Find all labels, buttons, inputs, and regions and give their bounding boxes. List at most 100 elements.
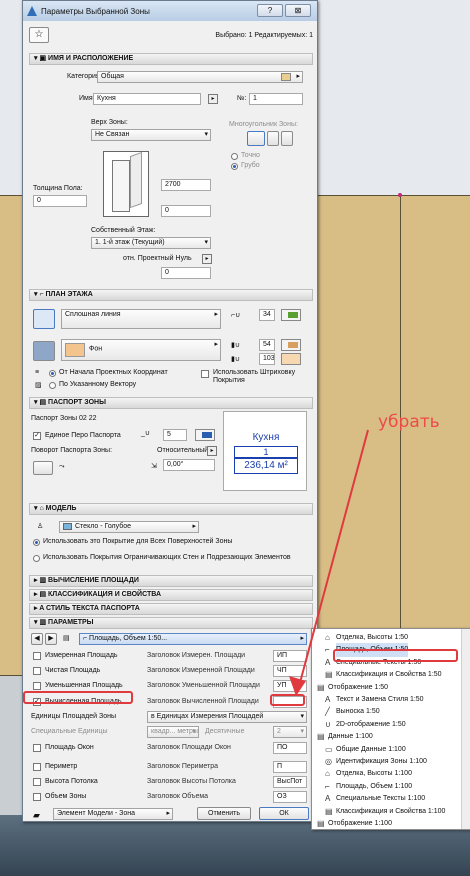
reference-picker-icon[interactable]: ▸ xyxy=(202,254,212,264)
use-surface-hatch-checkbox[interactable] xyxy=(201,370,209,378)
zone-height-field[interactable]: 2700 xyxy=(161,179,211,191)
name-picker-icon[interactable]: ▸ xyxy=(208,94,218,104)
surface-dropdown[interactable]: Стекло - Голубое xyxy=(59,521,199,533)
section-floor-plan[interactable]: ▾ ⌐ ПЛАН ЭТАЖА xyxy=(29,289,313,301)
net-area-checkbox[interactable] xyxy=(33,667,41,675)
surface-all-radio[interactable] xyxy=(33,539,40,546)
favorites-icon[interactable]: ☆ xyxy=(29,27,49,43)
fill-type-dropdown[interactable]: Фон xyxy=(61,339,221,361)
help-button[interactable]: ? xyxy=(257,4,283,17)
annotation-text: убрать xyxy=(378,412,440,432)
number-label: №: xyxy=(237,95,247,102)
title-bar[interactable]: Параметры Выбранной Зоны ? ⊠ xyxy=(23,1,317,21)
reduced-area-header: Заголовок Уменьшенной Площади xyxy=(147,682,260,689)
polygon-manual-icon[interactable] xyxy=(247,131,265,146)
app-icon xyxy=(27,6,37,16)
top-link-label: Верх Зоны: xyxy=(91,119,128,126)
surface-all-label: Использовать это Покрытие для Всех Повер… xyxy=(43,538,233,545)
contour-pen-field[interactable]: 34 xyxy=(259,309,275,321)
parameter-page-dropdown[interactable]: ⌐ Площадь, Объем 1:50... xyxy=(79,633,307,645)
zone-offset-field[interactable]: 0 xyxy=(161,205,211,217)
top-link-dropdown[interactable]: Не Связан xyxy=(91,129,211,141)
ok-button[interactable]: ОК xyxy=(259,807,309,820)
area-units-label: Единицы Площадей Зоны xyxy=(31,713,117,720)
window-area-code[interactable]: ПО xyxy=(273,742,307,754)
single-pen-checkbox[interactable]: ✓ xyxy=(33,432,41,440)
rough-label: Грубо xyxy=(241,162,260,169)
rough-radio[interactable] xyxy=(231,163,238,170)
zone-number-field[interactable]: 1 xyxy=(249,93,303,105)
measured-area-code[interactable]: ИП xyxy=(273,650,307,662)
rotate-stamp-icon[interactable] xyxy=(33,461,53,475)
origin-project-radio[interactable] xyxy=(49,370,56,377)
ceiling-height-header: Заголовок Высоты Потолка xyxy=(147,778,236,785)
section-name-location[interactable]: ▾ ▣ ИМЯ И РАСПОЛОЖЕНИЕ xyxy=(29,53,313,65)
precise-radio[interactable] xyxy=(231,153,238,160)
next-page-button[interactable]: ▶ xyxy=(45,633,57,645)
popup-item-label: Данные 1:100 xyxy=(328,733,373,741)
zone-name-field[interactable]: Кухня xyxy=(93,93,201,105)
stamp-angle-field[interactable]: 0,00° xyxy=(163,459,215,471)
decimals-dropdown[interactable]: 2 xyxy=(273,726,307,738)
floor-thickness-field[interactable]: 0 xyxy=(33,195,87,207)
perimeter-checkbox[interactable] xyxy=(33,763,41,771)
prev-page-button[interactable]: ◀ xyxy=(31,633,43,645)
section-area-calc[interactable]: ▸ ▥ ВЫЧИСЛЕНИЕ ПЛОЩАДИ xyxy=(29,575,313,587)
popup-item[interactable]: ▤ Отображение 1:100 xyxy=(317,817,392,829)
measured-area-checkbox[interactable] xyxy=(33,652,41,660)
popup-item-label: 2D-отображение 1:50 xyxy=(336,720,406,728)
angle-icon: ⇲ xyxy=(151,463,157,470)
use-surface-hatch-label: Использовать Штриховку Покрытия xyxy=(213,369,296,384)
ceiling-height-checkbox[interactable] xyxy=(33,778,41,786)
origin-vector-label: По Указанному Вектору xyxy=(59,381,137,388)
layer-dropdown[interactable]: Элемент Модели - Зона xyxy=(53,808,173,820)
cancel-button[interactable]: Отменить xyxy=(197,807,251,820)
bg-pen-field[interactable]: 103 xyxy=(259,353,275,365)
reference-offset-field[interactable]: 0 xyxy=(161,267,211,279)
popup-item-label: Классификация и Свойства 1:100 xyxy=(336,807,446,815)
surface-walls-radio[interactable] xyxy=(33,555,40,562)
area-units-dropdown[interactable]: в Единицах Измерения Площадей xyxy=(147,711,307,723)
zone-volume-checkbox[interactable] xyxy=(33,793,41,801)
section-parameters[interactable]: ▾ ▥ ПАРАМЕТРЫ xyxy=(29,617,313,629)
popup-item-label: Выноска 1:50 xyxy=(336,708,380,716)
category-dropdown[interactable]: Общая xyxy=(97,71,303,83)
reduced-area-checkbox[interactable] xyxy=(33,682,41,690)
layer-icon: ▰ xyxy=(33,810,40,820)
window-area-checkbox[interactable] xyxy=(33,744,41,752)
section-model[interactable]: ▾ ⌂ МОДЕЛЬ xyxy=(29,503,313,515)
stamp-pen-color[interactable] xyxy=(195,429,215,441)
line-type-dropdown[interactable]: Сплошная линия xyxy=(61,309,221,329)
rotate-alt-icon[interactable]: ⤳ xyxy=(59,463,65,471)
contour-icon[interactable] xyxy=(33,309,55,329)
popup-scrollbar[interactable] xyxy=(461,629,470,829)
perimeter-code[interactable]: П xyxy=(273,761,307,773)
bg-pen-color[interactable] xyxy=(281,353,301,365)
contour-pen-color[interactable] xyxy=(281,309,301,321)
relative-picker-icon[interactable]: ▸ xyxy=(207,446,217,456)
section-text-style[interactable]: ▸ A СТИЛЬ ТЕКСТА ПАСПОРТА xyxy=(29,603,313,615)
ceiling-height-code[interactable]: ВысПот xyxy=(273,776,307,788)
measured-area-header: Заголовок Измерен. Площади xyxy=(147,652,246,659)
fill-pen-color[interactable] xyxy=(281,339,301,351)
popup-item-icon: ▭ xyxy=(325,744,333,754)
surface-walls-label: Использовать Покрытия Ограничивающих Сте… xyxy=(43,554,291,561)
zone-volume-code[interactable]: ОЗ xyxy=(273,791,307,803)
reduced-area-code[interactable]: УП xyxy=(273,680,307,692)
stamp-pen-field[interactable]: 5 xyxy=(163,429,187,441)
fill-icon[interactable] xyxy=(33,341,55,361)
zone-volume-header: Заголовок Объема xyxy=(147,793,209,800)
net-area-code[interactable]: ЧП xyxy=(273,665,307,677)
close-button[interactable]: ⊠ xyxy=(285,4,311,17)
origin-vector-radio[interactable] xyxy=(49,382,56,389)
section-zone-stamp[interactable]: ▾ ▤ ПАСПОРТ ЗОНЫ xyxy=(29,397,313,409)
stamp-rotate-label: Поворот Паспорта Зоны: xyxy=(31,447,113,454)
special-units-dropdown[interactable]: квадр... метры xyxy=(147,726,199,738)
popup-item-icon: ▤ xyxy=(325,806,333,816)
home-story-dropdown[interactable]: 1. 1-й этаж (Текущий) xyxy=(91,237,211,249)
edit-params-icon[interactable]: ▤ xyxy=(63,634,70,642)
polygon-auto-icon[interactable] xyxy=(281,131,293,146)
polygon-walls-icon[interactable] xyxy=(267,131,279,146)
fill-pen-field[interactable]: 54 xyxy=(259,339,275,351)
section-classification[interactable]: ▸ ▤ КЛАССИФИКАЦИЯ И СВОЙСТВА xyxy=(29,589,313,601)
